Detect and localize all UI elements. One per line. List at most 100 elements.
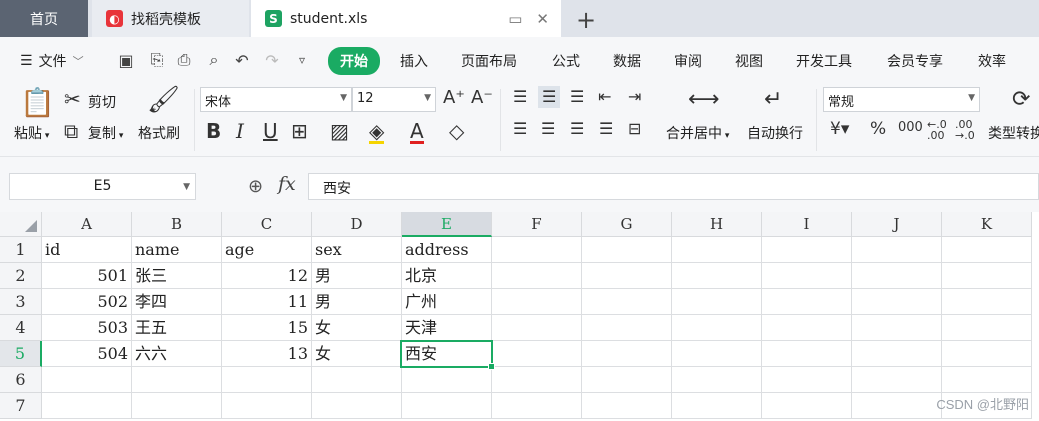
cell-a2[interactable]: 501 (42, 263, 132, 289)
paste-button[interactable]: 粘贴 ▾ (14, 123, 49, 143)
cell-d3[interactable]: 男 (312, 289, 402, 315)
increase-decimal-icon[interactable]: ←.0.00 (927, 119, 947, 141)
cell-g4[interactable] (582, 315, 672, 341)
align-left-icon[interactable]: ☰ (513, 121, 527, 137)
cell-b1[interactable]: name (132, 237, 222, 263)
bold-button[interactable]: B (206, 121, 221, 141)
distributed-align-icon[interactable]: ⊟ (628, 121, 641, 137)
row-header-2[interactable]: 2 (0, 263, 42, 289)
cell-c7[interactable] (222, 393, 312, 419)
cell-a6[interactable] (42, 367, 132, 393)
cell-c1[interactable]: age (222, 237, 312, 263)
cell-e7[interactable] (402, 393, 492, 419)
select-all-corner[interactable] (0, 212, 42, 237)
cell-a3[interactable]: 502 (42, 289, 132, 315)
tab-student-file[interactable]: S student.xls ▭ ✕ (251, 0, 561, 37)
cell-k3[interactable] (942, 289, 1032, 315)
column-header-d[interactable]: D (312, 212, 402, 237)
column-header-e[interactable]: E (402, 212, 492, 237)
export-pdf-icon[interactable]: ⎘ (147, 50, 167, 70)
cell-d7[interactable] (312, 393, 402, 419)
cell-g6[interactable] (582, 367, 672, 393)
cell-j6[interactable] (852, 367, 942, 393)
row-header-4[interactable]: 4 (0, 315, 42, 341)
cell-c6[interactable] (222, 367, 312, 393)
wrap-text-icon[interactable]: ↵ (764, 89, 782, 111)
redo-icon[interactable]: ↷ (262, 50, 282, 70)
cell-h7[interactable] (672, 393, 762, 419)
cell-b7[interactable] (132, 393, 222, 419)
tab-formulas[interactable]: 公式 (552, 51, 580, 71)
save-icon[interactable]: ▣ (116, 50, 136, 70)
row-header-7[interactable]: 7 (0, 393, 42, 419)
row-header-5[interactable]: 5 (0, 341, 42, 367)
tab-efficiency[interactable]: 效率 (978, 51, 1006, 71)
cell-e3[interactable]: 广州 (402, 289, 492, 315)
cell-e4[interactable]: 天津 (402, 315, 492, 341)
tab-home-ribbon[interactable]: 开始 (328, 47, 380, 75)
cell-k6[interactable] (942, 367, 1032, 393)
increase-font-icon[interactable]: A⁺ (443, 89, 465, 107)
merge-center-button[interactable]: 合并居中 ▾ (666, 123, 729, 143)
tab-developer[interactable]: 开发工具 (796, 51, 852, 71)
file-menu-button[interactable]: ☰ 文件 ﹀ (20, 51, 84, 71)
decrease-indent-icon[interactable]: ⇤ (598, 89, 611, 105)
cell-h4[interactable] (672, 315, 762, 341)
paste-icon[interactable]: 📋 (20, 89, 55, 117)
cell-a1[interactable]: id (42, 237, 132, 263)
convert-type-icon[interactable]: ⟳ (1012, 89, 1030, 111)
cell-d1[interactable]: sex (312, 237, 402, 263)
cell-a5[interactable]: 504 (42, 341, 132, 367)
tab-insert[interactable]: 插入 (400, 51, 428, 71)
cell-k4[interactable] (942, 315, 1032, 341)
cell-e5[interactable]: 西安 (402, 341, 492, 367)
font-size-select[interactable]: 12 ▼ (352, 87, 436, 112)
spreadsheet-grid[interactable]: A B C D E F G H I J K 1 2 3 4 5 6 7 id na… (0, 212, 1039, 421)
cell-i1[interactable] (762, 237, 852, 263)
cell-d2[interactable]: 男 (312, 263, 402, 289)
column-header-c[interactable]: C (222, 212, 312, 237)
cell-g1[interactable] (582, 237, 672, 263)
cell-j3[interactable] (852, 289, 942, 315)
column-header-f[interactable]: F (492, 212, 582, 237)
cell-e1[interactable]: address (402, 237, 492, 263)
italic-button[interactable]: I (236, 121, 244, 141)
cell-f6[interactable] (492, 367, 582, 393)
convert-type-button[interactable]: 类型转换 (988, 123, 1039, 143)
cell-j2[interactable] (852, 263, 942, 289)
cell-c5[interactable]: 13 (222, 341, 312, 367)
clear-format-icon[interactable]: ◇ (449, 121, 464, 141)
cell-i7[interactable] (762, 393, 852, 419)
column-header-b[interactable]: B (132, 212, 222, 237)
cell-i6[interactable] (762, 367, 852, 393)
cell-b4[interactable]: 王五 (132, 315, 222, 341)
merge-center-icon[interactable]: ⟷ (688, 89, 720, 111)
copy-button[interactable]: 复制 ▾ (88, 123, 123, 143)
row-header-3[interactable]: 3 (0, 289, 42, 315)
align-top-icon[interactable]: ☰ (513, 89, 527, 105)
column-header-g[interactable]: G (582, 212, 672, 237)
format-painter-button[interactable]: 格式刷 (138, 123, 180, 143)
tab-review[interactable]: 审阅 (674, 51, 702, 71)
fill-color-icon[interactable]: ◈ (369, 121, 385, 144)
cell-k5[interactable] (942, 341, 1032, 367)
scissors-icon[interactable]: ✂ (64, 89, 81, 109)
font-name-select[interactable]: 宋体 ▼ (200, 87, 352, 112)
justify-icon[interactable]: ☰ (599, 121, 613, 137)
cell-b2[interactable]: 张三 (132, 263, 222, 289)
cell-j5[interactable] (852, 341, 942, 367)
undo-icon[interactable]: ↶ (232, 50, 252, 70)
thousands-separator-icon[interactable]: 000 (898, 121, 923, 134)
wrap-text-button[interactable]: 自动换行 (747, 123, 803, 143)
cell-c3[interactable]: 11 (222, 289, 312, 315)
cell-d4[interactable]: 女 (312, 315, 402, 341)
cell-b6[interactable] (132, 367, 222, 393)
close-tab-icon[interactable]: ✕ (536, 10, 549, 28)
print-icon[interactable]: ⎙ (174, 50, 194, 70)
cell-a4[interactable]: 503 (42, 315, 132, 341)
tab-template[interactable]: ◐ 找稻壳模板 (92, 0, 249, 37)
column-header-h[interactable]: H (672, 212, 762, 237)
column-header-j[interactable]: J (852, 212, 942, 237)
percent-icon[interactable]: % (870, 121, 886, 138)
align-bottom-icon[interactable]: ☰ (570, 89, 584, 105)
